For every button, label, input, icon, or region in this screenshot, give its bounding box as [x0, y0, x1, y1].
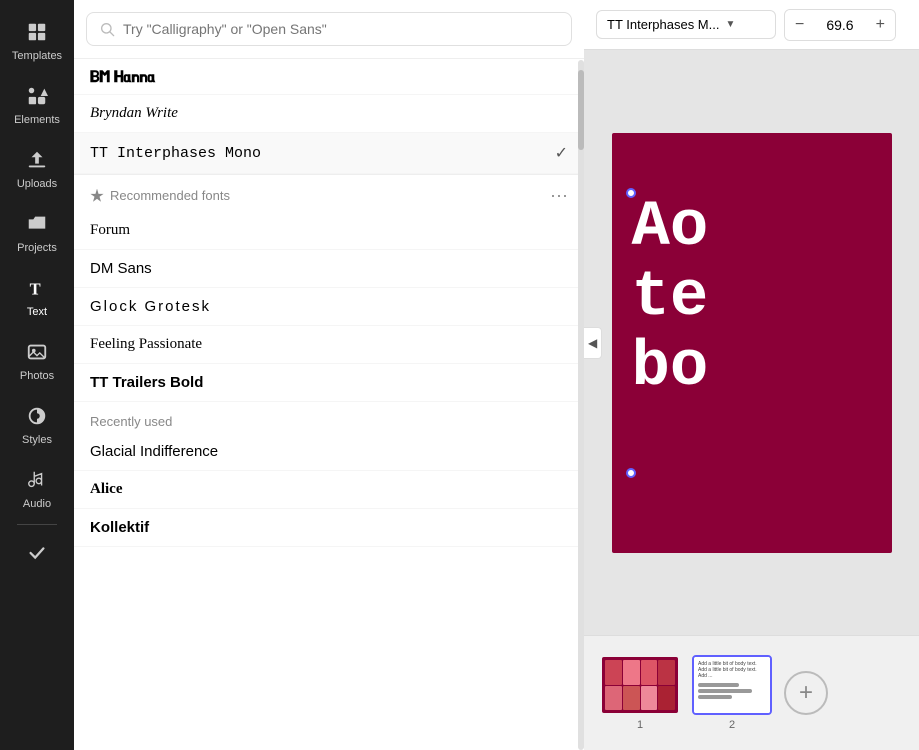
dropdown-arrow-icon: ▼ — [725, 19, 735, 30]
font-name-label: BM Hanna — [90, 69, 155, 84]
elements-icon — [23, 82, 51, 110]
slide-thumbnail-1[interactable] — [600, 655, 680, 715]
slide-thumb-bg-1 — [602, 657, 678, 713]
font-item-bm-hanna[interactable]: BM Hanna — [74, 59, 584, 95]
recommended-label: Recommended fonts — [110, 188, 230, 203]
font-size-control: − 69.6 + — [784, 9, 896, 41]
slide-thumbnail-2[interactable]: Add a little bit of body text. Add a lit… — [692, 655, 772, 715]
templates-icon — [23, 18, 51, 46]
font-item-glacial[interactable]: Glacial Indifference — [74, 433, 584, 471]
filmstrip-slide-1[interactable]: 1 — [600, 655, 680, 731]
selection-handle-bottom-left[interactable] — [626, 468, 636, 478]
audio-icon — [23, 466, 51, 494]
sidebar-item-uploads[interactable]: Uploads — [0, 136, 74, 200]
filmstrip-slide-2[interactable]: Add a little bit of body text. Add a lit… — [692, 655, 772, 731]
sidebar-item-audio[interactable]: Audio — [0, 456, 74, 520]
font-search-input[interactable] — [123, 21, 559, 37]
increase-font-size-button[interactable]: + — [866, 10, 895, 40]
font-item-alice[interactable]: Alice — [74, 471, 584, 509]
font-name-label: Bryndan Write — [90, 105, 178, 122]
sidebar-label-elements: Elements — [14, 114, 60, 126]
selected-font-name: TT Interphases M... — [607, 17, 719, 32]
recommended-section-header: Recommended fonts ··· — [74, 174, 584, 212]
font-name-label: Forum — [90, 222, 130, 239]
photos-icon — [23, 338, 51, 366]
sidebar-item-styles[interactable]: Styles — [0, 392, 74, 456]
recommended-title: Recommended fonts — [90, 188, 230, 203]
sidebar-label-projects: Projects — [17, 242, 57, 254]
sidebar-item-elements[interactable]: Elements — [0, 72, 74, 136]
slide-number-2: 2 — [729, 719, 735, 731]
canvas-slide[interactable]: Aotebo — [612, 133, 892, 553]
font-item-kollektif[interactable]: Kollektif — [74, 509, 584, 547]
slide-text-preview: Add a little bit of body text. Add a lit… — [698, 661, 766, 679]
more-options-icon[interactable]: ··· — [550, 185, 568, 206]
font-item-forum[interactable]: Forum — [74, 212, 584, 250]
font-name-label: Glacial Indifference — [90, 443, 218, 460]
uploads-icon — [23, 146, 51, 174]
canvas-text-element[interactable]: Aotebo — [632, 193, 709, 404]
sidebar-divider — [17, 524, 57, 525]
sidebar-item-photos[interactable]: Photos — [0, 328, 74, 392]
font-item-bryndan[interactable]: Bryndan Write — [74, 95, 584, 133]
sidebar-label-styles: Styles — [22, 434, 52, 446]
sidebar-label-templates: Templates — [12, 50, 62, 62]
filmstrip: 1 Add a little bit of body text. Add a l… — [584, 635, 919, 750]
decrease-font-size-button[interactable]: − — [785, 10, 814, 40]
sidebar-label-uploads: Uploads — [17, 178, 57, 190]
font-item-tt-trailers[interactable]: TT Trailers Bold — [74, 364, 584, 402]
projects-icon — [23, 210, 51, 238]
sidebar-item-projects[interactable]: Projects — [0, 200, 74, 264]
selected-checkmark: ✓ — [555, 143, 568, 163]
sidebar-label-audio: Audio — [23, 498, 51, 510]
slide-grid — [605, 660, 675, 710]
canvas-toolbar: TT Interphases M... ▼ − 69.6 + — [584, 0, 919, 50]
font-list: BM Hanna Bryndan Write TT Interphases Mo… — [74, 59, 584, 750]
sidebar-label-photos: Photos — [20, 370, 54, 382]
sidebar-label-text: Text — [27, 306, 47, 318]
recently-used-label: Recently used — [74, 402, 584, 433]
canvas-area: TT Interphases M... ▼ − 69.6 + ◀ Aotebo — [584, 0, 919, 750]
canvas-content: ◀ Aotebo — [584, 50, 919, 635]
font-panel: BM Hanna Bryndan Write TT Interphases Mo… — [74, 0, 584, 750]
sidebar: Templates Elements Uploads Projects T Te… — [0, 0, 74, 750]
font-name-label: TT Trailers Bold — [90, 374, 203, 391]
font-name-label: Feeling Passionate — [90, 336, 202, 353]
slide-number-1: 1 — [637, 719, 643, 731]
font-size-value[interactable]: 69.6 — [818, 17, 861, 33]
font-name-label: Kollektif — [90, 519, 149, 536]
sparkle-icon — [90, 189, 104, 203]
svg-text:T: T — [30, 279, 41, 298]
font-item-tt-interphases[interactable]: TT Interphases Mono ✓ — [74, 133, 584, 174]
sidebar-item-text[interactable]: T Text — [0, 264, 74, 328]
styles-icon — [23, 402, 51, 430]
search-icon — [99, 21, 115, 37]
sidebar-item-check[interactable] — [0, 529, 74, 577]
collapse-panel-button[interactable]: ◀ — [584, 327, 602, 359]
font-name-label: DM Sans — [90, 260, 152, 277]
font-selector-dropdown[interactable]: TT Interphases M... ▼ — [596, 10, 776, 39]
font-name-label: Glock Grotesk — [90, 298, 211, 315]
font-name-label: Alice — [90, 481, 122, 498]
sidebar-item-templates[interactable]: Templates — [0, 8, 74, 72]
slide-thumb-bg-2: Add a little bit of body text. Add a lit… — [694, 657, 770, 713]
font-search-area — [74, 0, 584, 59]
check-icon — [23, 539, 51, 567]
font-item-glock[interactable]: Glock Grotesk — [74, 288, 584, 326]
font-item-feeling[interactable]: Feeling Passionate — [74, 326, 584, 364]
font-item-dm-sans[interactable]: DM Sans — [74, 250, 584, 288]
font-name-label: TT Interphases Mono — [90, 145, 261, 162]
text-icon: T — [23, 274, 51, 302]
font-search-box[interactable] — [86, 12, 572, 46]
add-slide-button[interactable]: + — [784, 671, 828, 715]
